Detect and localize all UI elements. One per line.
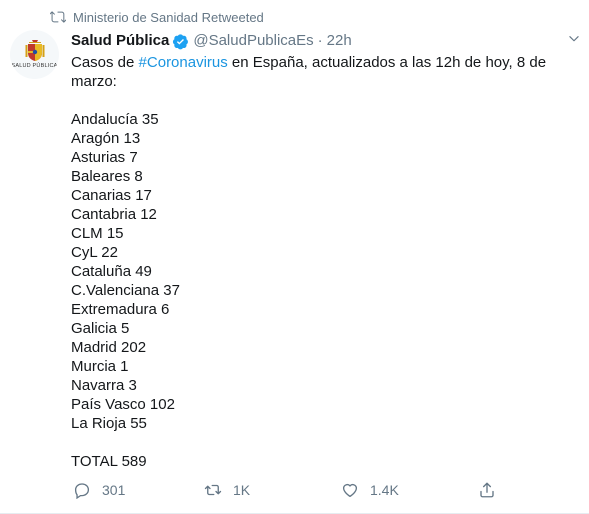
case-line: País Vasco 102 <box>71 396 175 413</box>
display-name[interactable]: Salud Pública <box>71 31 169 51</box>
tweet-actions: 301 1K 1.4K <box>73 481 503 501</box>
retweet-count: 1K <box>233 482 251 498</box>
tweet-timestamp[interactable]: 22h <box>327 31 352 51</box>
header-separator: · <box>317 32 323 49</box>
tweet-text: Casos de #Coronavirus en España, actuali… <box>71 53 561 471</box>
case-line: La Rioja 55 <box>71 415 147 432</box>
case-line: Baleares 8 <box>71 168 143 185</box>
like-button[interactable]: 1.4K <box>341 481 399 499</box>
retweet-context-text[interactable]: Ministerio de Sanidad Retweeted <box>73 10 264 25</box>
tweet-card[interactable]: Ministerio de Sanidad Retweeted SALUD PÚ… <box>0 0 589 514</box>
hashtag-link[interactable]: #Coronavirus <box>139 54 228 71</box>
share-button[interactable] <box>478 481 507 499</box>
total-line: TOTAL 589 <box>71 453 147 470</box>
reply-icon <box>74 483 90 499</box>
case-line: Cantabria 12 <box>71 206 157 223</box>
tweet-intro: Casos de #Coronavirus en España, actuali… <box>71 53 561 91</box>
avatar-label: SALUD PÚBLICA <box>11 63 58 69</box>
case-line: Cataluña 49 <box>71 263 152 280</box>
intro-text-before: Casos de <box>71 54 139 71</box>
author-handle[interactable]: @SaludPublicaEs <box>193 31 313 51</box>
retweet-icon <box>50 11 66 23</box>
heart-icon <box>342 483 358 498</box>
share-icon <box>480 482 494 498</box>
case-line: Canarias 17 <box>71 187 152 204</box>
case-line: Galicia 5 <box>71 320 130 337</box>
avatar[interactable]: SALUD PÚBLICA <box>10 30 59 79</box>
case-line: Madrid 202 <box>71 339 147 356</box>
chevron-down-icon[interactable] <box>567 32 581 46</box>
case-line: Asturias 7 <box>71 149 138 166</box>
coat-of-arms-icon <box>25 40 44 61</box>
case-line: CLM 15 <box>71 225 124 242</box>
reply-count: 301 <box>102 482 126 498</box>
like-count: 1.4K <box>370 482 399 498</box>
retweet-context: Ministerio de Sanidad Retweeted <box>50 9 264 25</box>
case-line: C.Valenciana 37 <box>71 282 180 299</box>
case-line: Aragón 13 <box>71 130 141 147</box>
tweet-content: Salud Pública @SaludPublicaEs · 22h Caso… <box>71 31 571 471</box>
case-line: Extremadura 6 <box>71 301 170 318</box>
retweet-button[interactable]: 1K <box>204 481 250 499</box>
case-line: Andalucía 35 <box>71 111 159 128</box>
case-line: Navarra 3 <box>71 377 137 394</box>
case-line: Murcia 1 <box>71 358 129 375</box>
retweet-icon <box>204 484 222 496</box>
tweet-header: Salud Pública @SaludPublicaEs · 22h <box>71 31 571 51</box>
verified-badge-icon <box>173 33 189 49</box>
reply-button[interactable]: 301 <box>73 481 125 499</box>
case-line: CyL 22 <box>71 244 118 261</box>
